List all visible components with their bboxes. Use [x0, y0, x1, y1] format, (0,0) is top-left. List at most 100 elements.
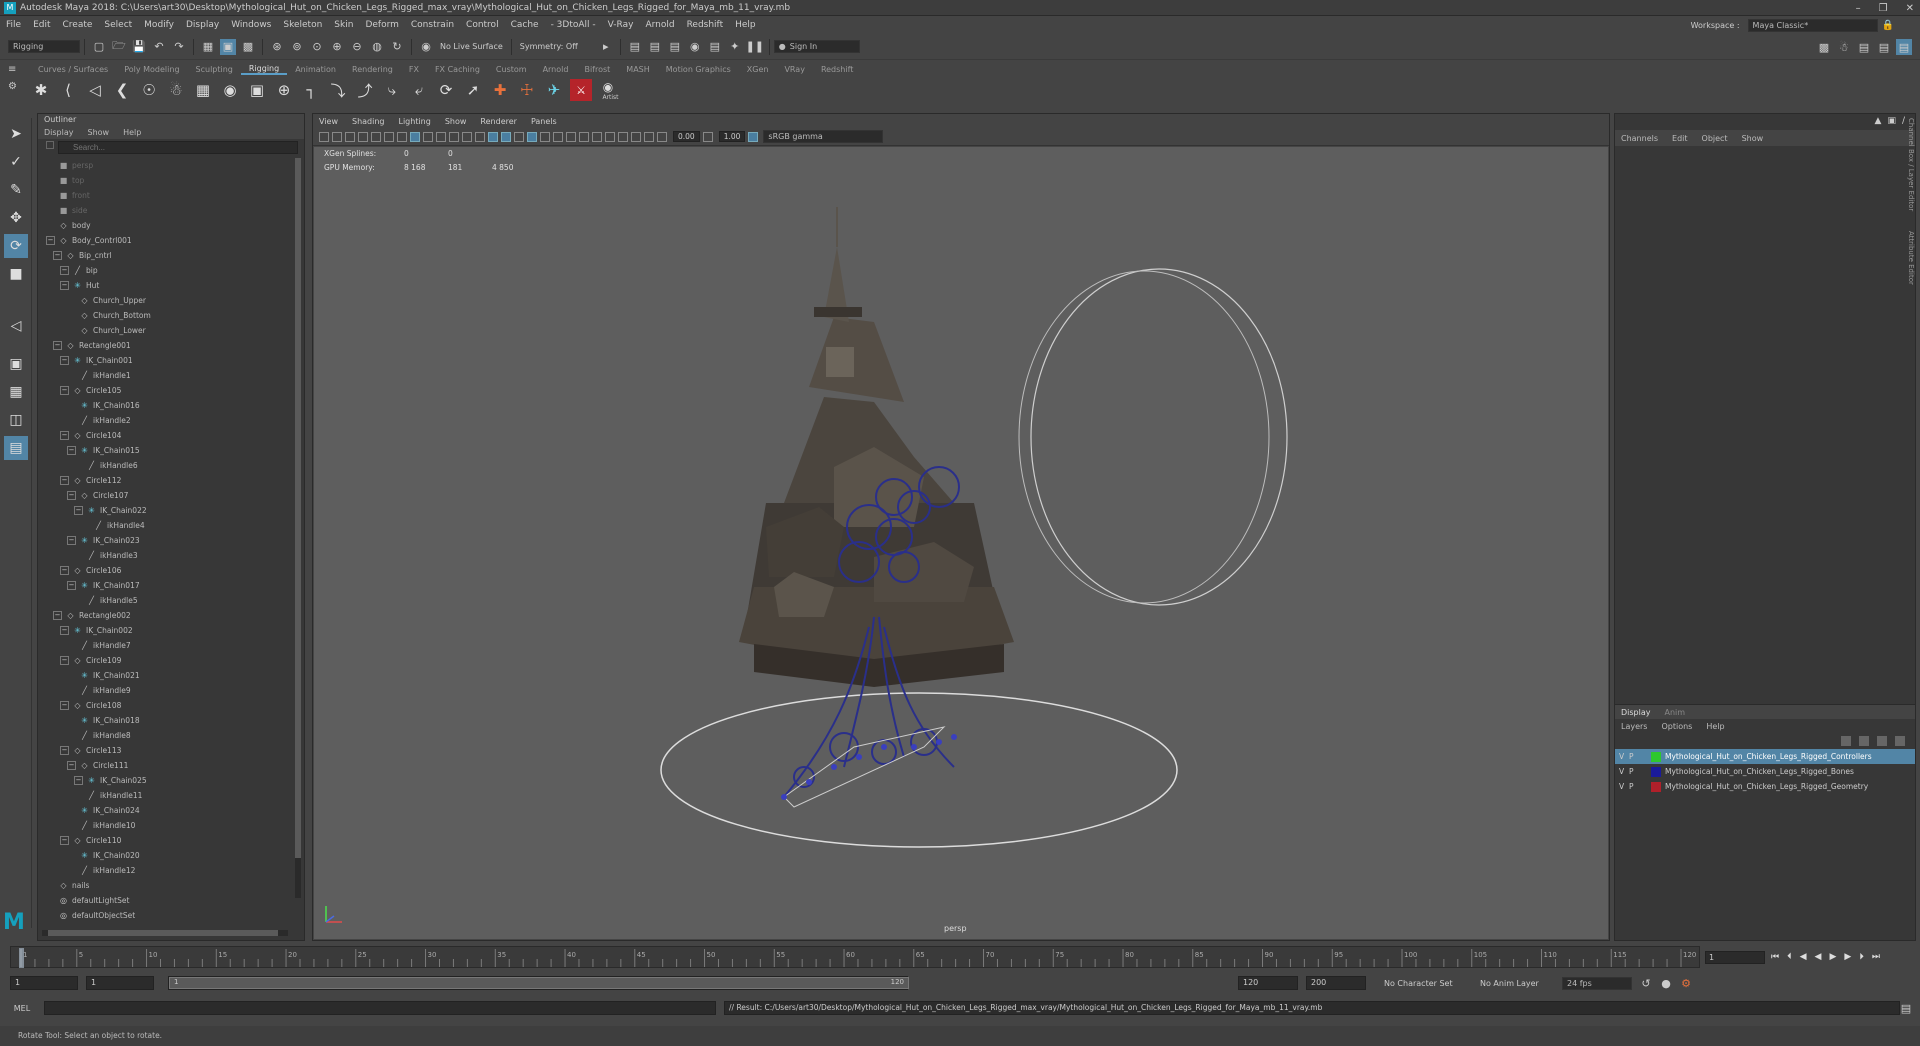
side-tab[interactable]: Channel Box / Layer Editor — [1907, 118, 1915, 211]
outliner-item[interactable]: − ◇ Circle113 — [38, 743, 294, 758]
outliner-item[interactable]: − ◇ Body_Contrl001 — [38, 233, 294, 248]
pole-vector-icon[interactable]: ➚ — [462, 79, 484, 101]
playback-end-field[interactable]: 120 — [1238, 976, 1298, 990]
wireframe-icon[interactable] — [488, 131, 498, 142]
3d-viewport[interactable]: XGen Splines: 0 0 GPU Memory: 8 168 181 4 850 — [314, 147, 1608, 939]
aim-constraint-icon[interactable]: ⤴ — [354, 79, 376, 101]
point-constraint-icon[interactable]: ⤵ — [327, 79, 349, 101]
viewport-menu-item[interactable]: View — [319, 117, 338, 126]
anim-prefs-icon[interactable]: ⚙ — [1678, 975, 1694, 991]
playback-start-field[interactable]: 1 — [86, 976, 154, 990]
layer-menu-item[interactable]: Help — [1706, 722, 1724, 731]
pause-icon[interactable]: ❚❚ — [746, 39, 764, 55]
undo-icon[interactable]: ↶ — [151, 39, 167, 55]
paint-weights-icon[interactable]: ⊕ — [273, 79, 295, 101]
outliner-scrollbar[interactable] — [295, 158, 301, 898]
lights-icon[interactable] — [540, 131, 550, 142]
shelf-tab[interactable]: Animation — [287, 65, 344, 74]
layer-row[interactable]: V P Mythological_Hut_on_Chicken_Legs_Rigge… — [1615, 764, 1915, 779]
outliner-item[interactable]: ◇ nails — [38, 878, 294, 893]
outliner-item[interactable]: ╱ ikHandle8 — [38, 728, 294, 743]
orient-constraint-icon[interactable]: ⤷ — [381, 79, 403, 101]
menu-item[interactable]: Modify — [138, 20, 180, 30]
menu-item[interactable]: Control — [460, 20, 505, 30]
outliner-item[interactable]: ╱ ikHandle11 — [38, 788, 294, 803]
menu-set-dropdown[interactable]: Rigging — [8, 40, 80, 53]
outliner-item[interactable]: − ◇ Circle106 — [38, 563, 294, 578]
expand-toggle-icon[interactable]: − — [67, 581, 76, 590]
outliner-item[interactable]: ◇ Church_Bottom — [38, 308, 294, 323]
human-ik-icon[interactable]: ☃ — [1836, 39, 1852, 55]
outliner-item[interactable]: ■ persp — [38, 158, 294, 173]
pin-icon[interactable]: ▲ — [1875, 116, 1882, 126]
layer-visibility-toggle[interactable]: V — [1619, 779, 1629, 794]
shelf-tab[interactable]: Bifrost — [576, 65, 618, 74]
character-set-dropdown[interactable]: No Character Set — [1380, 979, 1470, 988]
expand-toggle-icon[interactable]: − — [60, 626, 69, 635]
tool-settings-icon[interactable]: ✦ — [727, 39, 743, 55]
outliner-item[interactable]: ◎ defaultObjectSet — [38, 908, 294, 923]
menu-item[interactable]: Edit — [27, 20, 56, 30]
outliner-search-input[interactable] — [58, 141, 298, 154]
symmetry-dropdown[interactable]: Symmetry: Off — [516, 42, 596, 51]
layer-color-swatch[interactable] — [1651, 751, 1661, 762]
expand-toggle-icon[interactable]: − — [46, 236, 55, 245]
parent-constraint-icon[interactable]: ⟳ — [435, 79, 457, 101]
sign-in-dropdown[interactable]: ● Sign In — [773, 40, 860, 53]
snap-projected-icon[interactable]: ⊕ — [329, 39, 345, 55]
shelf-tab[interactable]: VRay — [776, 65, 813, 74]
insert-joint-icon[interactable]: ❮ — [111, 79, 133, 101]
outliner-item[interactable]: ◇ Church_Lower — [38, 323, 294, 338]
snap-point-icon[interactable]: ⊙ — [309, 39, 325, 55]
create-joints-icon[interactable]: ✱ — [30, 79, 52, 101]
grid-icon[interactable] — [397, 131, 407, 142]
outliner-item[interactable]: ✳ IK_Chain021 — [38, 668, 294, 683]
menu-item[interactable]: Skeleton — [277, 20, 328, 30]
outliner-item[interactable]: − ◇ Circle111 — [38, 758, 294, 773]
shelf-tab[interactable]: XGen — [739, 65, 777, 74]
shelf-tab[interactable]: Arnold — [535, 65, 577, 74]
outliner-item[interactable]: ╱ ikHandle6 — [38, 458, 294, 473]
xray-joints-icon[interactable] — [644, 131, 654, 142]
expand-toggle-icon[interactable]: − — [60, 281, 69, 290]
snap-surface-icon[interactable]: ◍ — [369, 39, 385, 55]
hypershade-icon[interactable]: ◉ — [687, 39, 703, 55]
snap-view-icon[interactable]: ⊖ — [349, 39, 365, 55]
minimize-icon[interactable]: – — [1856, 3, 1861, 14]
filter-checkbox-icon[interactable] — [46, 141, 54, 149]
command-input[interactable] — [44, 1001, 716, 1015]
outliner-item[interactable]: − ✳ IK_Chain017 — [38, 578, 294, 593]
close-icon[interactable]: ✕ — [1906, 3, 1914, 14]
image-plane-icon[interactable] — [358, 131, 368, 142]
two-view-icon[interactable]: ◫ — [4, 408, 28, 432]
motion-blur-icon[interactable] — [579, 131, 589, 142]
side-tab[interactable]: Attribute Editor — [1907, 231, 1915, 285]
ik-spline-icon[interactable]: ◁ — [84, 79, 106, 101]
expand-toggle-icon[interactable]: − — [67, 536, 76, 545]
outliner-item[interactable]: − ✳ IK_Chain023 — [38, 533, 294, 548]
bind-skin-icon[interactable]: ▣ — [246, 79, 268, 101]
current-frame-marker[interactable] — [19, 948, 24, 968]
select-hierarchy-icon[interactable]: ▦ — [200, 39, 216, 55]
outliner-item[interactable]: − ✳ IK_Chain015 — [38, 443, 294, 458]
ambient-occlusion-icon[interactable] — [566, 131, 576, 142]
viewport-menu-item[interactable]: Panels — [531, 117, 557, 126]
shelf-tab[interactable]: Redshift — [813, 65, 861, 74]
anti-aliasing-icon[interactable] — [592, 131, 602, 142]
expand-toggle-icon[interactable]: − — [60, 356, 69, 365]
outliner-scroll-thumb[interactable] — [295, 158, 301, 858]
scale-tool-icon[interactable]: ■ — [4, 262, 28, 286]
outliner-item[interactable]: − ╱ bip — [38, 263, 294, 278]
camera-attr-icon[interactable] — [332, 131, 342, 142]
expand-toggle-icon[interactable]: − — [60, 746, 69, 755]
new-layer-selected-icon[interactable] — [1895, 736, 1905, 746]
move-layer-up-icon[interactable] — [1841, 736, 1851, 746]
shelf-tab[interactable]: Rendering — [344, 65, 401, 74]
shelf-tab[interactable]: Poly Modeling — [116, 65, 187, 74]
layer-playback-toggle[interactable]: P — [1629, 764, 1647, 779]
expand-toggle-icon[interactable]: − — [74, 776, 83, 785]
expand-toggle-icon[interactable]: − — [67, 761, 76, 770]
menu-item[interactable]: V-Ray — [602, 20, 640, 30]
tool-settings-panel-icon[interactable]: ▤ — [1876, 39, 1892, 55]
camera-select-icon[interactable] — [319, 131, 329, 142]
